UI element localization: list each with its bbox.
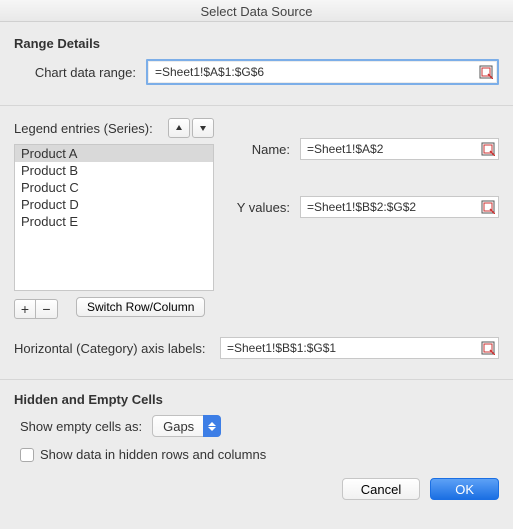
chart-data-range-input[interactable] xyxy=(149,62,496,82)
list-item[interactable]: Product B xyxy=(15,162,213,179)
hidden-empty-heading: Hidden and Empty Cells xyxy=(14,392,499,407)
cancel-button[interactable]: Cancel xyxy=(342,478,420,500)
window-title: Select Data Source xyxy=(0,0,513,22)
series-name-label: Name: xyxy=(228,142,300,157)
list-item[interactable]: Product C xyxy=(15,179,213,196)
chart-data-range-label: Chart data range: xyxy=(14,65,146,80)
range-picker-icon[interactable] xyxy=(481,200,495,214)
move-down-button[interactable] xyxy=(192,118,214,138)
divider xyxy=(0,105,513,106)
category-axis-label: Horizontal (Category) axis labels: xyxy=(14,341,220,356)
category-axis-input[interactable] xyxy=(220,337,499,359)
remove-series-button[interactable]: − xyxy=(36,299,58,319)
y-values-label: Y values: xyxy=(228,200,300,215)
series-listbox[interactable]: Product A Product B Product C Product D … xyxy=(14,144,214,291)
list-item[interactable]: Product D xyxy=(15,196,213,213)
series-name-input[interactable] xyxy=(300,138,499,160)
chevron-up-down-icon xyxy=(203,415,221,437)
add-series-button[interactable]: + xyxy=(14,299,36,319)
show-empty-cells-select[interactable]: Gaps xyxy=(152,415,221,437)
ok-button[interactable]: OK xyxy=(430,478,499,500)
range-details-heading: Range Details xyxy=(14,36,499,51)
range-picker-icon[interactable] xyxy=(479,65,493,79)
divider xyxy=(0,379,513,380)
show-hidden-data-label: Show data in hidden rows and columns xyxy=(40,447,266,462)
list-item[interactable]: Product E xyxy=(15,213,213,230)
list-item[interactable]: Product A xyxy=(15,145,213,162)
show-empty-cells-label: Show empty cells as: xyxy=(20,419,152,434)
switch-row-column-button[interactable]: Switch Row/Column xyxy=(76,297,205,317)
y-values-input[interactable] xyxy=(300,196,499,218)
range-picker-icon[interactable] xyxy=(481,142,495,156)
select-value: Gaps xyxy=(163,419,194,434)
range-picker-icon[interactable] xyxy=(481,341,495,355)
legend-entries-label: Legend entries (Series): xyxy=(14,121,153,136)
show-hidden-data-checkbox[interactable] xyxy=(20,448,34,462)
move-up-button[interactable] xyxy=(168,118,190,138)
